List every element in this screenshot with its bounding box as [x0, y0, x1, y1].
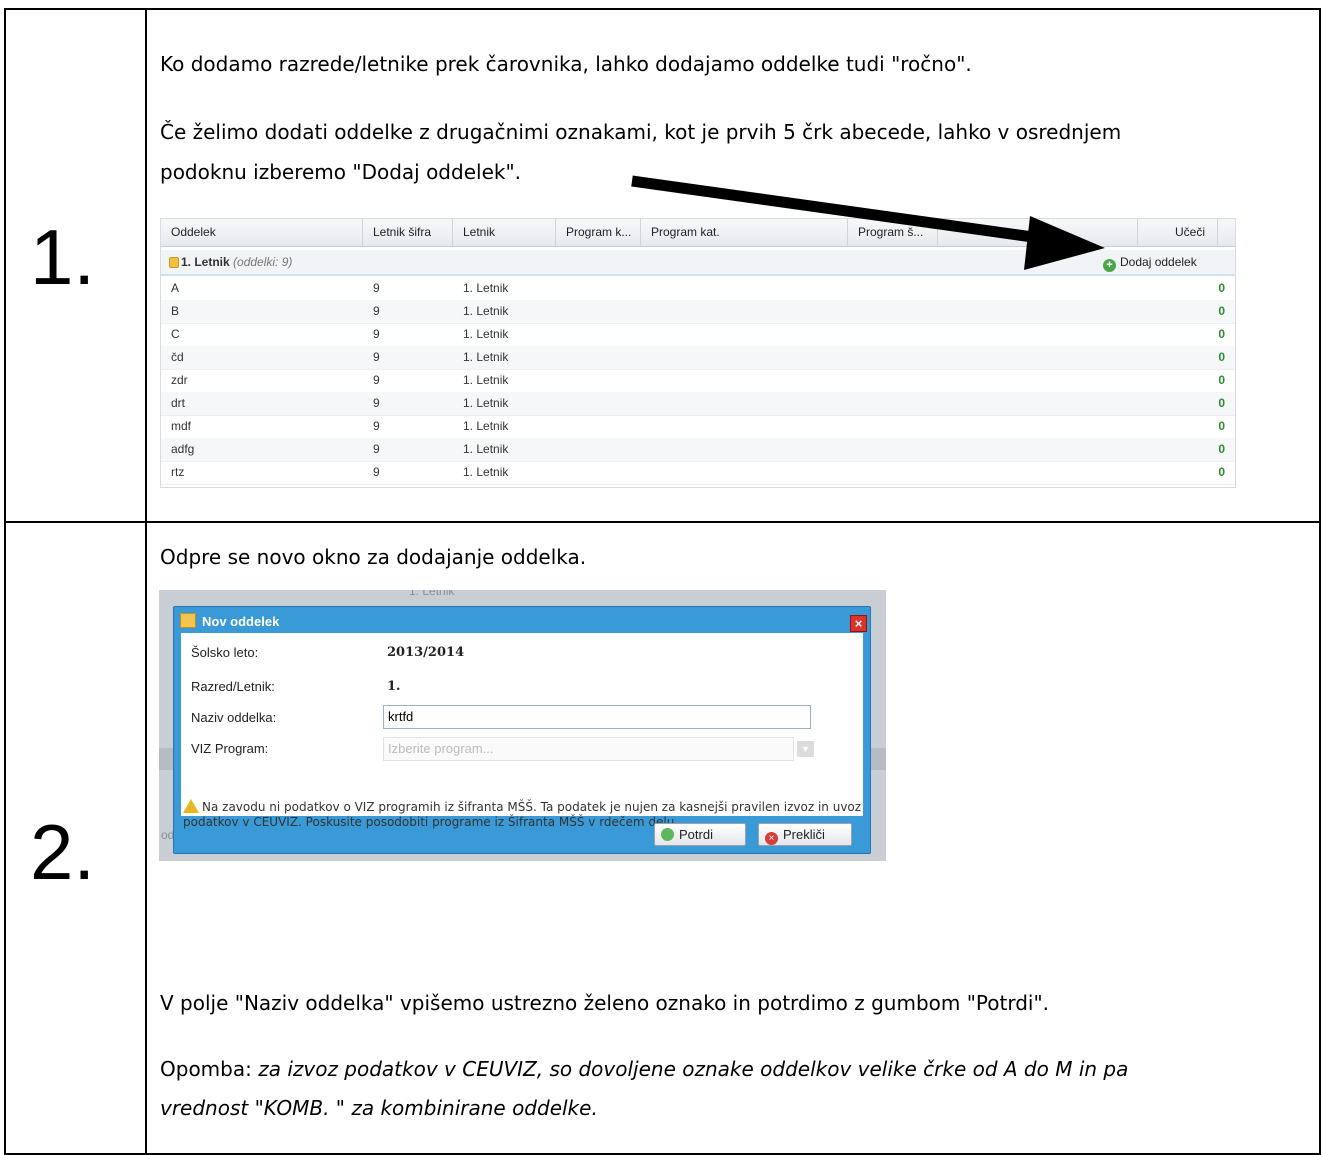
step-1-number: 1.	[30, 213, 96, 301]
cell-letnik-sifra: 9	[373, 350, 380, 364]
table-row[interactable]: A 9 1. Letnik 0	[161, 277, 1235, 301]
cell-oddelek: adfg	[171, 442, 195, 456]
cell-uceci: 0	[1218, 373, 1225, 387]
nov-oddelek-dialog: Nov oddelek × Šolsko leto: 2013/2014 Raz…	[173, 606, 871, 854]
table-row[interactable]: rtz 9 1. Letnik 0	[161, 461, 1235, 485]
add-oddelek-label: Dodaj oddelek	[1120, 255, 1197, 269]
step-1-paragraph-2-line-1: Če želimo dodati oddelke z drugačnimi oz…	[160, 120, 1122, 144]
dialog-title: Nov oddelek	[180, 613, 279, 631]
cell-letnik-sifra: 9	[373, 373, 380, 387]
collapse-icon[interactable]	[169, 257, 179, 268]
viz-program-label: VIZ Program:	[191, 741, 269, 756]
col-letnik[interactable]: Letnik	[453, 219, 556, 246]
cell-oddelek: mdf	[171, 419, 192, 433]
group-count: (oddelki: 9)	[233, 255, 293, 269]
cell-letnik-sifra: 9	[373, 396, 380, 410]
cell-uceci: 0	[1218, 419, 1225, 433]
cell-letnik: 1. Letnik	[463, 281, 509, 295]
cell-oddelek: zdr	[171, 373, 188, 387]
cell-letnik: 1. Letnik	[463, 327, 509, 341]
cell-uceci: 0	[1218, 281, 1225, 295]
close-icon[interactable]: ×	[850, 615, 867, 632]
cell-letnik-sifra: 9	[373, 281, 380, 295]
cell-uceci: 0	[1218, 442, 1225, 456]
cell-letnik: 1. Letnik	[463, 304, 509, 318]
cell-letnik: 1. Letnik	[463, 373, 509, 387]
razred-letnik-label: Razred/Letnik:	[191, 679, 275, 694]
cell-uceci: 0	[1218, 465, 1225, 479]
viz-program-select[interactable]: Izberite program...	[383, 737, 794, 761]
group-title: 1. Letnik (oddelki: 9)	[181, 255, 293, 269]
solsko-leto-value: 2013/2014	[387, 645, 465, 660]
cell-letnik: 1. Letnik	[463, 419, 509, 433]
col-uceci[interactable]: Učeči	[1138, 219, 1218, 246]
step-1-paragraph-2-line-2: podoknu izberemo "Dodaj oddelek".	[160, 160, 522, 184]
cell-uceci: 0	[1218, 396, 1225, 410]
table-row[interactable]: zdr 9 1. Letnik 0	[161, 369, 1235, 393]
naziv-oddelka-input[interactable]: krtfd	[383, 705, 811, 729]
chevron-down-icon[interactable]: ▼	[797, 741, 814, 757]
dialog-body: Šolsko leto: 2013/2014 Razred/Letnik: 1.…	[181, 633, 863, 829]
cell-letnik-sifra: 9	[373, 442, 380, 456]
dialog-screenshot: 1. Letnik od od Nov oddelek × Šolsko let…	[159, 590, 886, 861]
cell-letnik: 1. Letnik	[463, 396, 509, 410]
table-row[interactable]: mdf 9 1. Letnik 0	[161, 415, 1235, 439]
cell-uceci: 0	[1218, 304, 1225, 318]
cell-letnik-sifra: 9	[373, 419, 380, 433]
cell-uceci: 0	[1218, 350, 1225, 364]
cell-oddelek: drt	[171, 396, 186, 410]
table-row[interactable]: adfg 9 1. Letnik 0	[161, 438, 1235, 462]
naziv-oddelka-label: Naziv oddelka:	[191, 710, 277, 725]
cell-letnik: 1. Letnik	[463, 350, 509, 364]
step-2-note-line-1: Opomba: za izvoz podatkov v CEUVIZ, so d…	[160, 1055, 1128, 1083]
check-icon	[661, 828, 674, 841]
table-row[interactable]: B 9 1. Letnik 0	[161, 300, 1235, 324]
razred-letnik-value: 1.	[387, 679, 401, 694]
step-2-number: 2.	[30, 808, 96, 896]
cell-oddelek: B	[171, 304, 180, 318]
cell-oddelek: A	[171, 281, 180, 295]
potrdi-button[interactable]: Potrdi	[654, 823, 746, 846]
step-2-intro: Odpre se novo okno za dodajanje oddelka.	[160, 545, 587, 569]
x-icon: ×	[765, 832, 778, 845]
step-2-instruction: V polje "Naziv oddelka" vpišemo ustrezno…	[160, 991, 1050, 1015]
preklici-button[interactable]: × Prekliči	[758, 823, 852, 846]
cell-oddelek: C	[171, 327, 180, 341]
cell-letnik-sifra: 9	[373, 465, 380, 479]
col-letnik-sifra[interactable]: Letnik šifra	[363, 219, 453, 246]
warning-icon	[183, 799, 199, 813]
column-divider	[145, 8, 147, 1155]
folder-icon	[180, 613, 196, 628]
cell-letnik: 1. Letnik	[463, 442, 509, 456]
note-text: za izvoz podatkov v CEUVIZ, so dovoljene…	[258, 1057, 1129, 1081]
cell-letnik: 1. Letnik	[463, 465, 509, 479]
arrow-pointer-icon	[631, 175, 1105, 270]
table-row[interactable]: C 9 1. Letnik 0	[161, 323, 1235, 347]
table-row[interactable]: drt 9 1. Letnik 0	[161, 392, 1235, 416]
grid-rows: A 9 1. Letnik 0 B 9 1. Letnik 0 C 9 1. Letnik 0 čd 9 1…	[161, 277, 1235, 487]
step-2-note-line-2: vrednost "KOMB. " za kombinirane oddelke…	[160, 1096, 598, 1120]
table-row[interactable]: čd 9 1. Letnik 0	[161, 346, 1235, 370]
cell-letnik-sifra: 9	[373, 327, 380, 341]
col-oddelek[interactable]: Oddelek	[161, 219, 363, 246]
note-label: Opomba:	[160, 1057, 259, 1081]
cell-letnik-sifra: 9	[373, 304, 380, 318]
cell-oddelek: čd	[171, 350, 184, 364]
solsko-leto-label: Šolsko leto:	[191, 645, 259, 660]
cell-uceci: 0	[1218, 327, 1225, 341]
row-divider	[4, 521, 1321, 523]
step-1-paragraph-1: Ko dodamo razrede/letnike prek čarovnika…	[160, 52, 972, 76]
cell-oddelek: rtz	[171, 465, 185, 479]
